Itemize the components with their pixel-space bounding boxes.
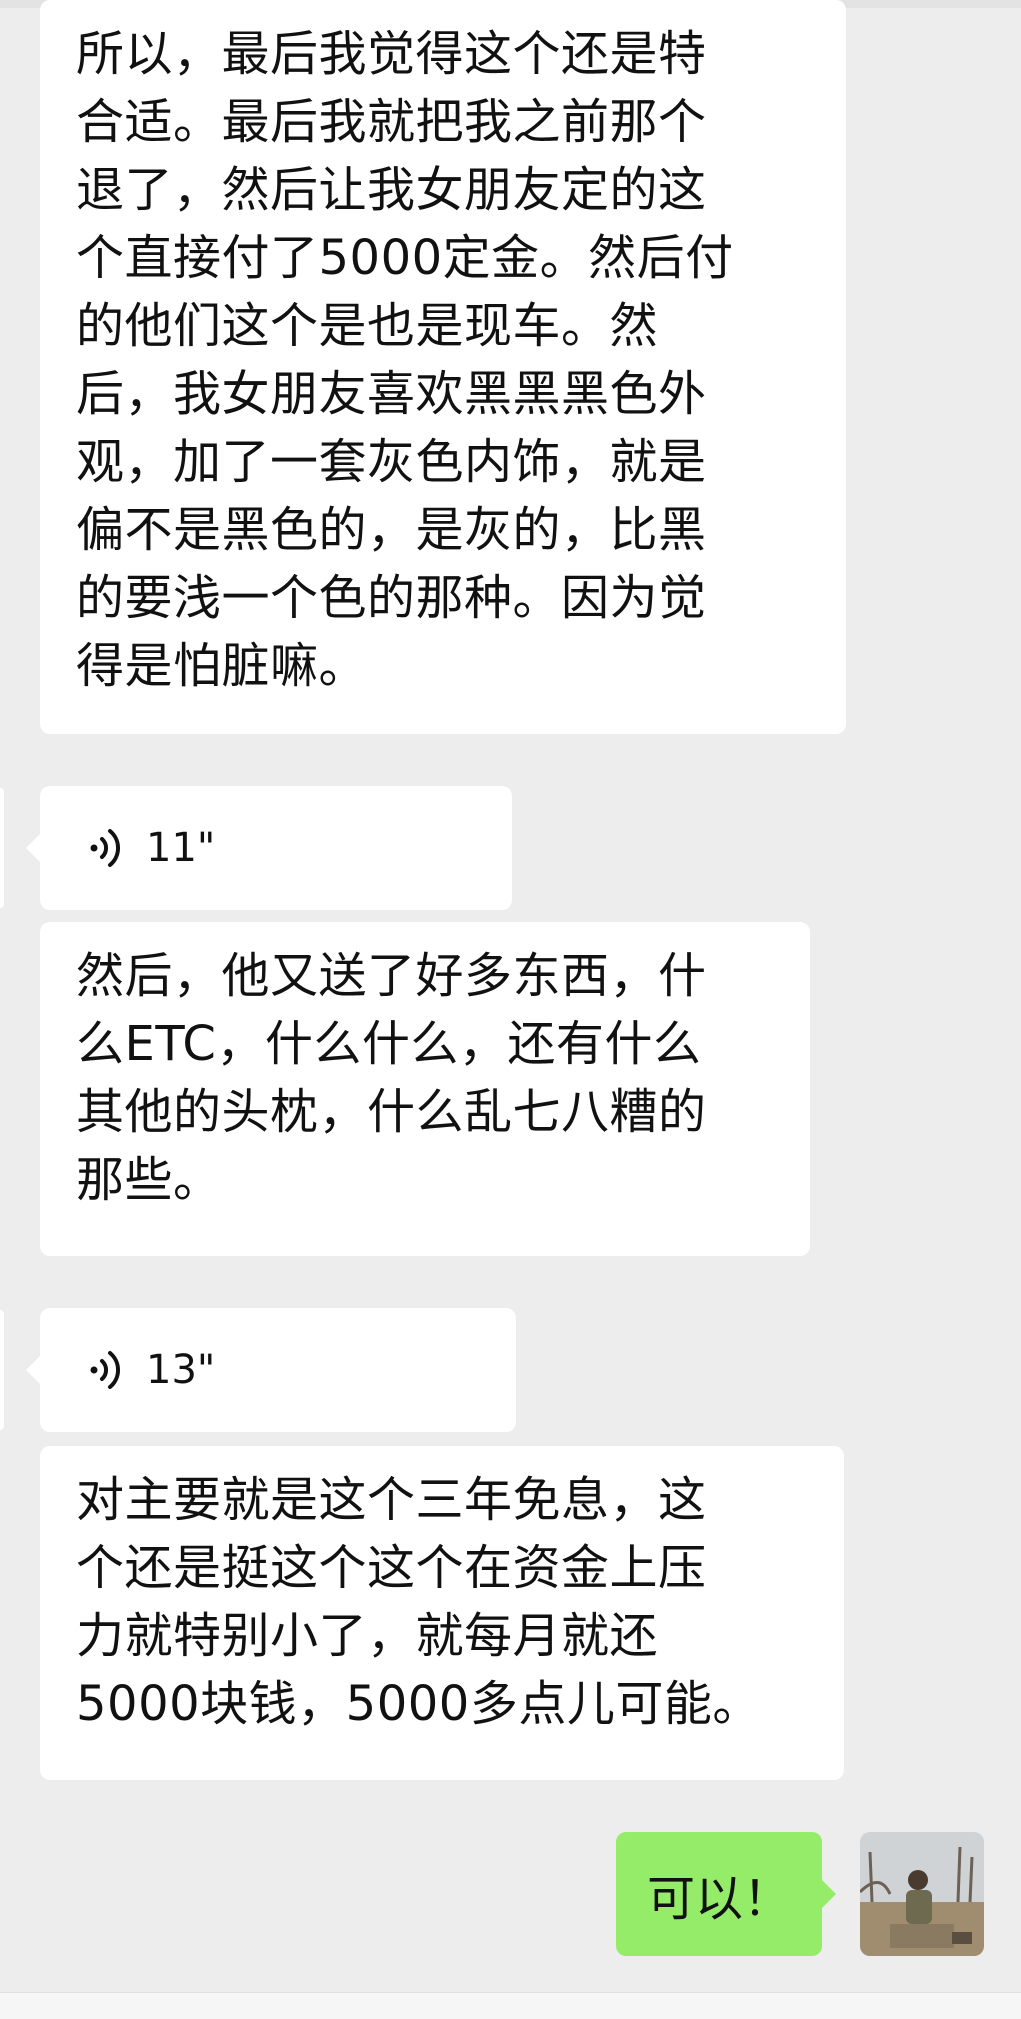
message-text: 可以！ [646,1871,791,1927]
avatar-edge [0,1310,4,1430]
voice-wave-icon [90,829,121,867]
avatar-edge [0,788,4,908]
bubble-tail [26,1356,40,1384]
bubble-tail [822,1880,836,1908]
received-text-message[interactable]: 然后，他又送了好多东西，什 么ETC，什么什么，还有什么 其他的头枕，什么乱七八… [40,922,810,1256]
bottom-bar [0,1992,1021,2019]
sent-text-message[interactable]: 可以！ [616,1832,836,1956]
voice-message[interactable]: 13" [26,1308,516,1432]
voice-duration: 11" [146,825,216,871]
received-text-message[interactable]: 对主要就是这个三年免息，这 个还是挺这个这个在资金上压 力就特别小了，就每月就还… [40,1446,844,1780]
bubble-tail [26,834,40,862]
voice-duration: 13" [146,1347,216,1393]
voice-wave-icon [90,1351,121,1389]
message-text: 所以，最后我觉得这个还是特 合适。最后我就把我之前那个 退了，然后让我女朋友定的… [76,26,734,694]
message-text: 然后，他又送了好多东西，什 么ETC，什么什么，还有什么 其他的头枕，什么乱七八… [76,948,707,1208]
avatar[interactable] [860,1832,984,1956]
message-text: 对主要就是这个三年免息，这 个还是挺这个这个在资金上压 力就特别小了，就每月就还… [76,1472,761,1732]
received-text-message[interactable]: 所以，最后我觉得这个还是特 合适。最后我就把我之前那个 退了，然后让我女朋友定的… [40,0,846,734]
voice-message[interactable]: 11" [26,786,512,910]
avatar-photo [860,1832,984,1956]
